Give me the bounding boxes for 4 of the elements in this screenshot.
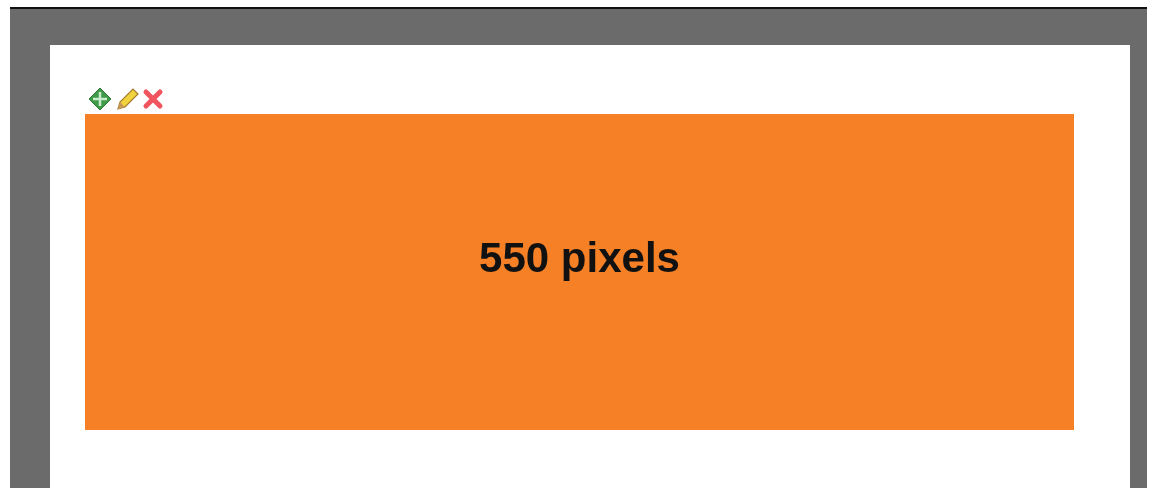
pencil-icon[interactable] [114,86,140,111]
delete-icon[interactable] [142,87,164,110]
block-label: 550 pixels [479,234,680,282]
move-icon[interactable] [88,86,112,111]
